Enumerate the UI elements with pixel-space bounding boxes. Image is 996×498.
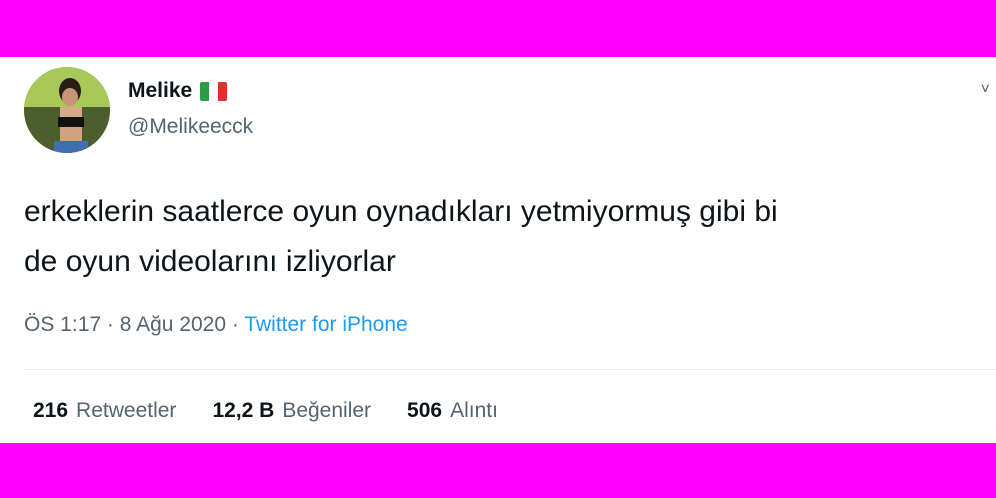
retweets-stat[interactable]: 216 Retweetler	[33, 399, 176, 423]
retweets-count: 216	[33, 399, 69, 422]
more-options-icon[interactable]: ˅	[981, 81, 990, 99]
meta-separator: ·	[101, 313, 120, 336]
tweet-text: erkeklerin saatlerce oyun oynadıkları ye…	[24, 195, 778, 278]
tweet-date[interactable]: 8 Ağu 2020	[120, 313, 226, 336]
tweet-time[interactable]: ÖS 1:17	[24, 313, 101, 336]
avatar[interactable]	[24, 67, 110, 153]
tweet-meta: ÖS 1:17 · 8 Ağu 2020 · Twitter for iPhon…	[24, 313, 408, 337]
likes-stat[interactable]: 12,2 B Beğeniler	[212, 399, 371, 423]
avatar-photo	[24, 67, 110, 153]
meta-separator: ·	[226, 313, 245, 336]
quotes-stat[interactable]: 506 Alıntı	[407, 399, 498, 423]
user-handle[interactable]: @Melikeecck	[128, 115, 253, 139]
likes-label: Beğeniler	[282, 399, 372, 422]
tweet-stats: 216 Retweetler 12,2 B Beğeniler 506 Alıntı	[33, 399, 498, 423]
tweet-source-link[interactable]: Twitter for iPhone	[244, 313, 407, 336]
tweet-card: Melike @Melikeecck ˅ erkeklerin saatlerc…	[0, 57, 996, 443]
user-name-row: Melike	[128, 79, 228, 103]
divider	[24, 369, 996, 370]
quotes-label: Alıntı	[450, 399, 498, 422]
quotes-count: 506	[407, 399, 443, 422]
user-name[interactable]: Melike	[128, 79, 192, 103]
italy-flag-icon	[200, 81, 228, 101]
likes-count: 12,2 B	[212, 399, 275, 422]
retweets-label: Retweetler	[76, 399, 177, 422]
